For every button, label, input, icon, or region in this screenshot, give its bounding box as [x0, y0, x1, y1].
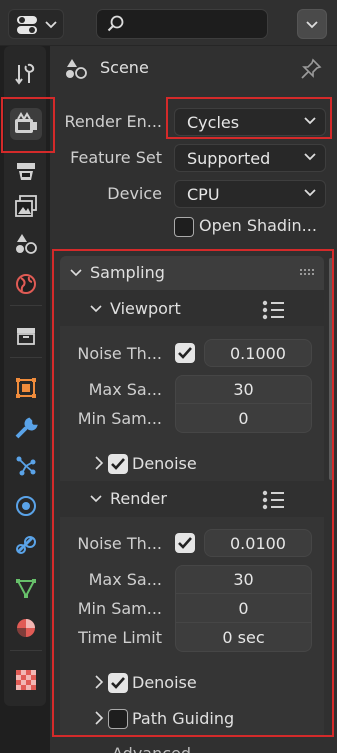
wrench-icon	[15, 417, 38, 439]
search-icon	[107, 15, 124, 32]
device-value: CPU	[187, 184, 220, 204]
chevron-down-icon	[306, 21, 318, 29]
device-dropdown[interactable]: CPU	[174, 180, 326, 208]
feature-set-dropdown[interactable]: Supported	[174, 144, 326, 172]
tab-physics[interactable]	[10, 490, 42, 522]
tab-data[interactable]	[10, 572, 42, 604]
tool-icon	[15, 63, 35, 85]
tab-separator	[10, 357, 42, 358]
chevron-down-icon	[304, 189, 316, 197]
advanced-label: Advanced	[112, 744, 191, 753]
feature-set-value: Supported	[187, 148, 271, 168]
tab-collection[interactable]	[10, 320, 42, 352]
tab-separator	[10, 650, 42, 651]
render-engine-label: Render En...	[64, 112, 162, 131]
tab-object[interactable]	[10, 372, 42, 404]
collection-icon	[17, 328, 35, 345]
tab-modifiers[interactable]	[10, 412, 42, 444]
open-shading-label: Open Shadin...	[199, 216, 317, 235]
scene-icon	[16, 234, 37, 254]
tab-view-layer[interactable]	[10, 190, 42, 222]
particles-icon	[16, 456, 36, 476]
options-dropdown-button[interactable]	[297, 9, 327, 39]
scene-icon	[66, 59, 87, 79]
highlight-render-engine	[166, 97, 332, 139]
context-title: Scene	[100, 58, 149, 77]
highlight-sampling-panel	[52, 249, 334, 737]
next-panel-peek: Advanced	[50, 736, 337, 753]
view-layer-icon	[15, 195, 37, 217]
material-icon	[17, 619, 35, 637]
properties-editor-icon	[17, 16, 37, 34]
chevron-down-icon	[45, 21, 57, 29]
mesh-data-icon	[16, 579, 36, 599]
output-icon	[17, 163, 35, 180]
tab-material[interactable]	[10, 612, 42, 644]
tab-tool[interactable]	[10, 58, 42, 90]
tab-texture[interactable]	[10, 664, 42, 696]
editor-header	[0, 0, 337, 46]
feature-set-label: Feature Set	[70, 148, 162, 167]
search-input[interactable]	[96, 9, 268, 39]
physics-icon	[16, 496, 36, 516]
chevron-down-icon	[304, 153, 316, 161]
tab-constraints[interactable]	[10, 530, 42, 562]
tab-scene[interactable]	[10, 228, 42, 260]
highlight-render-tab	[1, 97, 55, 153]
tab-particles[interactable]	[10, 450, 42, 482]
object-icon	[16, 378, 36, 398]
tab-separator	[10, 305, 42, 306]
pin-icon[interactable]	[300, 58, 322, 80]
open-shading-checkbox[interactable]	[174, 217, 194, 237]
constraints-icon	[16, 536, 36, 554]
world-icon	[16, 274, 36, 294]
texture-icon	[16, 670, 36, 690]
device-label: Device	[107, 184, 162, 203]
tab-world[interactable]	[10, 268, 42, 300]
tab-output[interactable]	[10, 156, 42, 188]
editor-type-button[interactable]	[8, 9, 64, 39]
